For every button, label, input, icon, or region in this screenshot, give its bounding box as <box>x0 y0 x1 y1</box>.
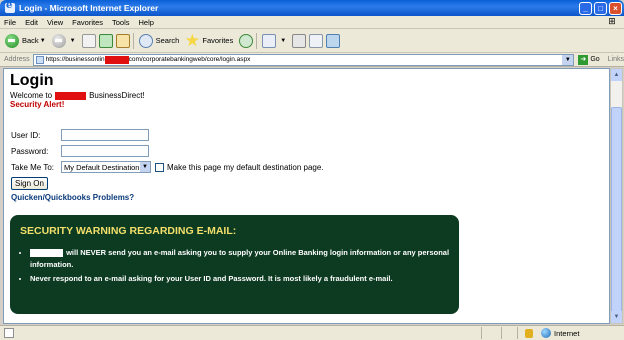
forward-dropdown-icon[interactable]: ▼ <box>70 38 76 44</box>
forward-arrow-icon <box>51 33 66 48</box>
security-warning-title: SECURITY WARNING REGARDING E-MAIL: <box>20 225 237 237</box>
menu-help[interactable]: Help <box>139 18 154 27</box>
stop-icon[interactable] <box>81 33 96 48</box>
zone-label: Internet <box>554 328 580 338</box>
favorites-button[interactable]: Favorites <box>185 33 234 48</box>
go-button[interactable]: ➜ Go <box>578 54 600 65</box>
scroll-down-icon[interactable]: ▼ <box>611 311 622 323</box>
status-cell <box>481 327 501 339</box>
default-destination-label: Make this page my default destination pa… <box>167 162 324 172</box>
go-label: Go <box>590 56 600 63</box>
welcome-suffix: BusinessDirect! <box>89 91 145 100</box>
search-icon <box>138 33 153 48</box>
internet-zone-icon <box>541 328 551 338</box>
toolbar: Back ▼ ▼ Search Favorites ▼ <box>0 29 624 53</box>
password-input[interactable] <box>61 145 149 157</box>
destination-dropdown-icon: ▼ <box>140 162 150 172</box>
window-title: Login - Microsoft Internet Explorer <box>19 3 159 13</box>
address-dropdown-icon[interactable]: ▼ <box>562 54 574 65</box>
menu-favorites[interactable]: Favorites <box>72 18 103 27</box>
bank-name-redaction <box>30 249 63 258</box>
password-label: Password: <box>11 146 49 156</box>
back-button[interactable]: Back ▼ <box>5 33 46 48</box>
page-status-icon <box>4 328 14 338</box>
print-icon[interactable] <box>292 33 307 48</box>
history-icon[interactable] <box>239 33 254 48</box>
security-warning-list: will NEVER send you an e-mail asking you… <box>30 247 450 287</box>
lock-icon[interactable] <box>525 328 533 338</box>
forward-button[interactable]: ▼ <box>51 33 76 48</box>
quicken-problems-link[interactable]: Quicken/Quickbooks Problems? <box>11 193 134 202</box>
default-destination-checkbox[interactable] <box>155 162 164 172</box>
toolbar-separator <box>256 32 258 49</box>
user-id-input[interactable] <box>61 129 149 141</box>
page-content: Login Welcome to BusinessDirect! Securit… <box>3 68 610 324</box>
list-item: Never respond to an e-mail asking for yo… <box>30 273 450 285</box>
maximize-button[interactable]: □ <box>594 1 607 15</box>
menu-edit[interactable]: Edit <box>25 18 38 27</box>
security-warning-box: SECURITY WARNING REGARDING E-MAIL: will … <box>10 215 459 314</box>
search-label: Search <box>155 36 180 45</box>
address-bar: Address https://businessonlin com/corpor… <box>0 53 624 67</box>
title-bar: Login - Microsoft Internet Explorer _ □ … <box>0 0 624 16</box>
ie-icon <box>5 0 15 13</box>
back-dropdown-icon[interactable]: ▼ <box>40 38 46 44</box>
search-button[interactable]: Search <box>138 33 180 48</box>
vertical-scrollbar[interactable]: ▲ ▼ <box>610 68 623 324</box>
status-bar: Internet <box>0 325 624 340</box>
minimize-button[interactable]: _ <box>579 1 592 15</box>
address-label: Address <box>4 56 30 63</box>
destination-select[interactable]: My Default Destination ▼ <box>61 161 151 173</box>
bank-name-redaction <box>55 91 87 100</box>
home-icon[interactable] <box>115 33 130 48</box>
sign-on-button[interactable]: Sign On <box>11 177 48 190</box>
status-cell <box>517 327 521 339</box>
take-me-to-label: Take Me To: <box>11 162 54 172</box>
security-alert-link[interactable]: Security Alert! <box>10 100 64 109</box>
menu-file[interactable]: File <box>4 18 16 27</box>
links-button[interactable]: Links <box>608 56 624 63</box>
status-cell <box>501 327 517 339</box>
menu-tools[interactable]: Tools <box>112 18 130 27</box>
back-arrow-icon <box>5 33 19 48</box>
page-icon <box>35 55 44 64</box>
scroll-up-icon[interactable]: ▲ <box>611 69 622 81</box>
refresh-icon[interactable] <box>98 33 113 48</box>
mail-dropdown-icon[interactable]: ▼ <box>280 38 286 44</box>
edit-icon[interactable] <box>309 33 324 48</box>
menu-bar: File Edit View Favorites Tools Help ⊞ <box>0 16 624 29</box>
welcome-prefix: Welcome to <box>10 91 53 100</box>
back-label: Back <box>22 36 39 45</box>
user-id-row: User ID: <box>11 129 149 141</box>
destination-value: My Default Destination <box>64 162 140 172</box>
toolbar-separator <box>132 32 134 49</box>
password-row: Password: <box>11 145 149 157</box>
close-button[interactable]: × <box>609 1 622 15</box>
user-id-label: User ID: <box>11 130 41 140</box>
url-redaction <box>104 55 129 64</box>
url-suffix: com/corporatebankingweb/core/login.aspx <box>128 56 251 63</box>
page-title: Login <box>10 72 54 89</box>
messenger-icon[interactable] <box>326 33 341 48</box>
windows-logo-icon: ⊞ <box>608 16 616 26</box>
favorites-star-icon <box>185 33 200 47</box>
mail-icon[interactable] <box>262 33 277 48</box>
warning-bullet-2: Never respond to an e-mail asking for yo… <box>30 274 393 283</box>
warning-bullet-1: will NEVER send you an e-mail asking you… <box>30 248 450 269</box>
address-input[interactable]: https://businessonlin com/corporatebanki… <box>32 53 575 66</box>
list-item: will NEVER send you an e-mail asking you… <box>30 247 450 271</box>
menu-view[interactable]: View <box>47 18 63 27</box>
take-me-to-row: Take Me To: My Default Destination ▼ Mak… <box>11 161 324 173</box>
go-arrow-icon: ➜ <box>578 54 589 65</box>
favorites-label: Favorites <box>202 36 234 45</box>
scroll-thumb[interactable] <box>611 107 622 317</box>
url-prefix: https://businessonlin <box>45 56 105 63</box>
welcome-text: Welcome to BusinessDirect! <box>10 91 145 100</box>
